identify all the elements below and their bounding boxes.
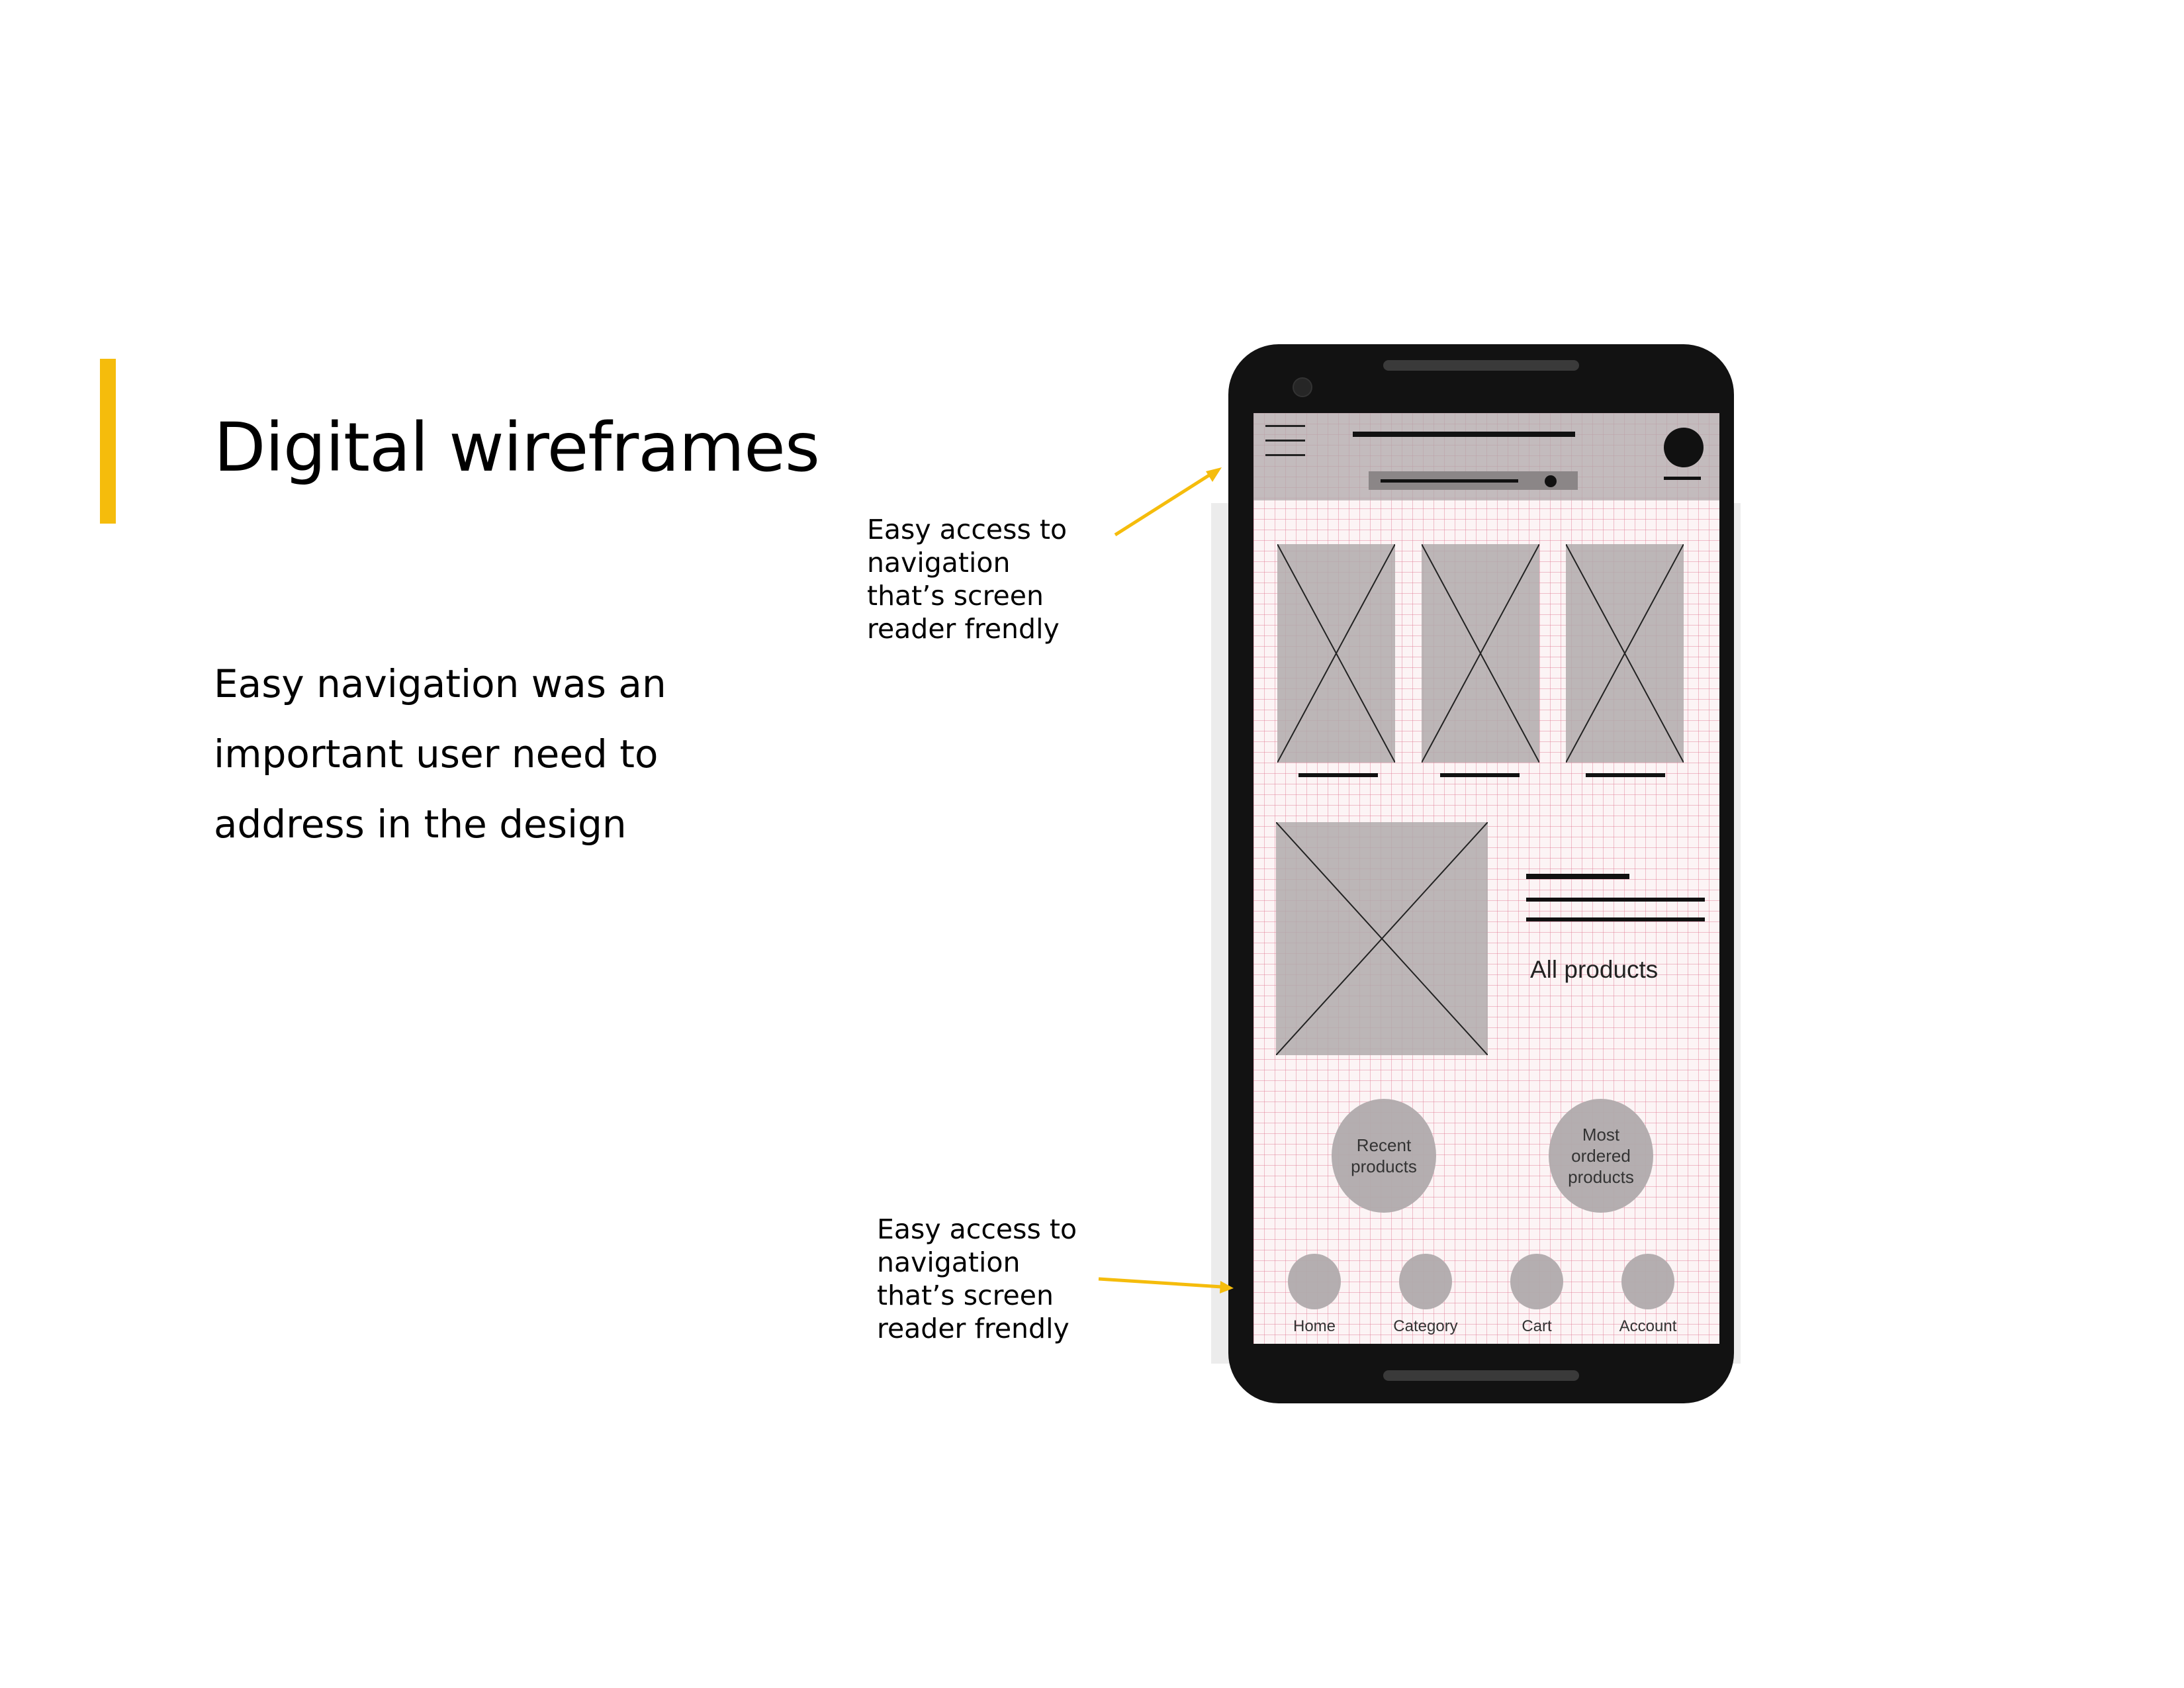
wireframe-header — [1253, 413, 1719, 500]
callout-line: that’s screen — [867, 580, 1044, 612]
wireframe-screen: All products Recent products Most ordere… — [1253, 413, 1719, 1344]
callout-arrow-bottom — [1098, 1277, 1222, 1289]
callout-line: that’s screen — [877, 1280, 1054, 1311]
bottom-nav-label: Account — [1619, 1317, 1677, 1335]
bottom-nav-label: Category — [1393, 1317, 1458, 1335]
product-caption-placeholder — [1298, 773, 1378, 777]
callout-bottom-navigation: Easy access to navigation that’s screen … — [877, 1213, 1077, 1345]
slide-title: Digital wireframes — [214, 408, 820, 487]
avatar-underline — [1664, 477, 1701, 480]
callout-line: navigation — [867, 547, 1011, 579]
title-accent-bar — [100, 359, 116, 524]
body-line: Easy navigation was an — [214, 661, 666, 706]
user-avatar-icon[interactable] — [1664, 428, 1704, 467]
image-placeholder-icon — [1277, 544, 1395, 763]
bottom-nav-home[interactable]: Home — [1261, 1254, 1367, 1340]
callout-arrow-top — [1114, 472, 1212, 537]
body-line: important user need to — [214, 731, 659, 776]
callout-line: navigation — [877, 1246, 1021, 1278]
hamburger-menu-icon[interactable] — [1263, 421, 1309, 462]
callout-top-navigation: Easy access to navigation that’s screen … — [867, 513, 1067, 645]
callout-line: reader frendly — [877, 1313, 1069, 1344]
account-icon — [1621, 1254, 1674, 1309]
most-ordered-products-button[interactable]: Most ordered products — [1549, 1099, 1653, 1213]
hamburger-line — [1265, 440, 1305, 442]
image-placeholder-icon — [1566, 544, 1684, 763]
product-image-placeholder[interactable] — [1566, 544, 1684, 763]
slide-body-text: Easy navigation was an important user ne… — [214, 649, 717, 859]
most-ordered-products-label: Most ordered products — [1568, 1124, 1634, 1188]
recent-products-label: Recent products — [1351, 1135, 1417, 1177]
arrowhead-icon — [1206, 467, 1222, 482]
product-caption-placeholder — [1440, 773, 1520, 777]
bottom-nav-category[interactable]: Category — [1373, 1254, 1479, 1340]
circle-label-line: Most — [1582, 1125, 1620, 1145]
bottom-nav-label: Home — [1293, 1317, 1336, 1335]
phone-bottom-bar — [1383, 1370, 1579, 1381]
hamburger-line — [1265, 454, 1305, 456]
search-dot-icon[interactable] — [1545, 475, 1557, 487]
image-placeholder-icon — [1276, 822, 1488, 1055]
phone-camera-icon — [1293, 377, 1312, 397]
featured-text-placeholder — [1526, 917, 1705, 921]
phone-speaker — [1383, 360, 1579, 371]
product-caption-placeholder — [1586, 773, 1665, 777]
product-image-placeholder[interactable] — [1422, 544, 1539, 763]
circle-label-line: ordered — [1571, 1146, 1631, 1166]
recent-products-button[interactable]: Recent products — [1332, 1099, 1436, 1213]
product-image-placeholder[interactable] — [1277, 544, 1395, 763]
callout-line: reader frendly — [867, 613, 1060, 645]
bottom-nav-account[interactable]: Account — [1595, 1254, 1701, 1340]
header-title-placeholder — [1353, 432, 1575, 437]
hamburger-line — [1265, 425, 1305, 427]
bottom-nav-cart[interactable]: Cart — [1484, 1254, 1590, 1340]
circle-label-line: Recent — [1356, 1135, 1412, 1155]
cart-icon — [1510, 1254, 1563, 1309]
circle-label-line: products — [1568, 1167, 1634, 1187]
featured-heading-placeholder — [1526, 874, 1629, 879]
home-icon — [1288, 1254, 1341, 1309]
image-placeholder-icon — [1422, 544, 1539, 763]
bottom-nav-label: Cart — [1522, 1317, 1552, 1335]
search-text-placeholder — [1381, 479, 1518, 483]
body-line: address in the design — [214, 802, 627, 847]
featured-text-placeholder — [1526, 898, 1705, 902]
callout-line: Easy access to — [867, 514, 1068, 545]
all-products-link[interactable]: All products — [1530, 956, 1658, 984]
featured-image-placeholder[interactable] — [1276, 822, 1488, 1055]
circle-label-line: products — [1351, 1156, 1417, 1176]
category-icon — [1399, 1254, 1452, 1309]
callout-line: Easy access to — [877, 1213, 1077, 1245]
